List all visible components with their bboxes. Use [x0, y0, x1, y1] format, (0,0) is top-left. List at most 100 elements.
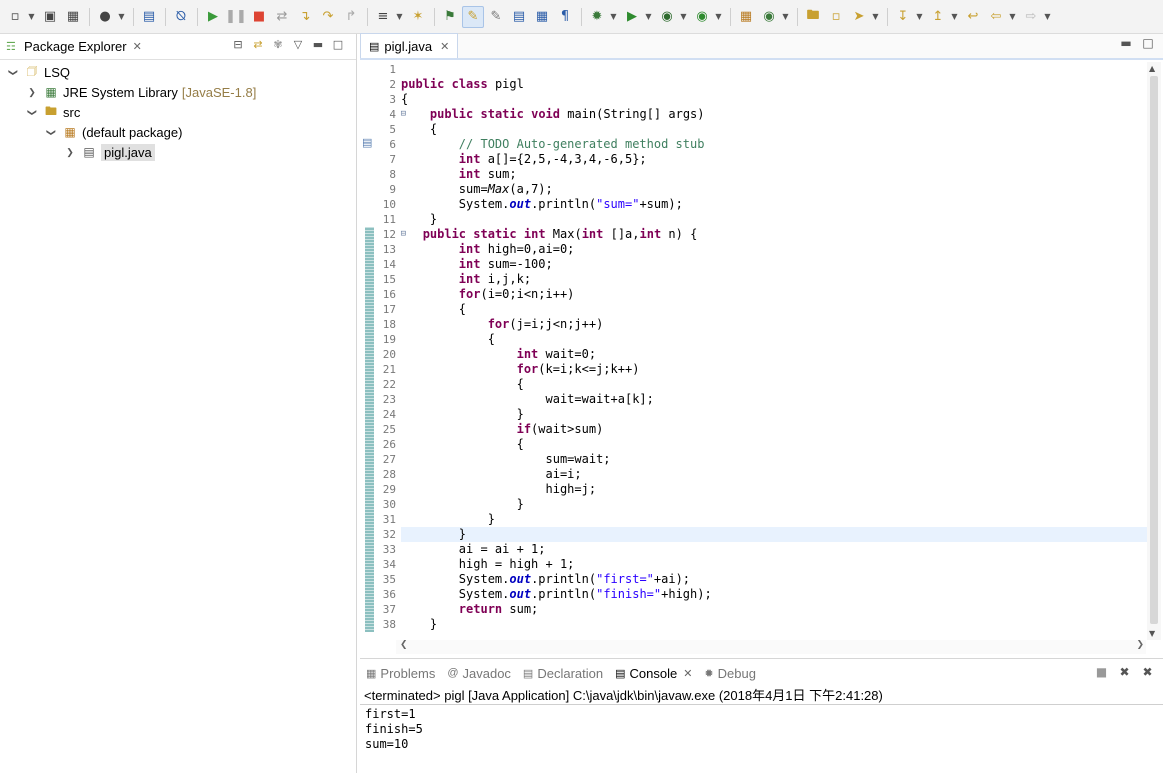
terminate-icon[interactable]: ■: [248, 6, 270, 28]
tab-pigl-java[interactable]: ▤ pigl.java ✕: [360, 33, 459, 58]
code-area[interactable]: ▤ 1 2 3 4 ⊟ 5 6 7 8 9 10 11 12 ⊟ 13 14 15 16 17 18 19 20 21 22 2…: [360, 62, 1147, 640]
run-dropdown[interactable]: ▼: [644, 12, 653, 21]
scroll-up-icon[interactable]: ▲: [1149, 64, 1155, 73]
chevron-down-icon[interactable]: ❯: [27, 105, 38, 119]
close-icon[interactable]: ✕: [683, 667, 692, 680]
code-line[interactable]: {: [401, 437, 1147, 452]
prev-annotation-dropdown[interactable]: ▼: [950, 12, 959, 21]
new-package-dropdown[interactable]: ▼: [781, 12, 790, 21]
chevron-right-icon[interactable]: ❯: [63, 147, 77, 158]
code-line[interactable]: {: [401, 377, 1147, 392]
minimize-icon[interactable]: ▬: [308, 38, 328, 51]
code-line[interactable]: int sum;: [401, 167, 1147, 182]
tab-console[interactable]: ▤ Console ✕: [609, 659, 698, 687]
code-line[interactable]: int a[]={2,5,-4,3,4,-6,5};: [401, 152, 1147, 167]
close-icon[interactable]: ✕: [133, 40, 142, 53]
code-line[interactable]: for(i=0;i<n;i++): [401, 287, 1147, 302]
code-line[interactable]: for(j=i;j<n;j++): [401, 317, 1147, 332]
external-tools-dropdown[interactable]: ▼: [714, 12, 723, 21]
step-over-icon[interactable]: ↷: [317, 6, 339, 28]
tab-declaration[interactable]: ▤ Declaration: [517, 659, 609, 687]
tab-javadoc[interactable]: @ Javadoc: [441, 659, 517, 687]
scrollbar-thumb[interactable]: [1150, 76, 1158, 624]
code-lines[interactable]: public class pigl{ public static void ma…: [401, 62, 1147, 632]
marks-dropdown[interactable]: ▼: [395, 12, 404, 21]
mark-occurrences-icon[interactable]: ✎: [485, 6, 507, 28]
code-line[interactable]: for(k=i;k<=j;k++): [401, 362, 1147, 377]
next-annotation-icon[interactable]: ↧: [892, 6, 914, 28]
tab-problems[interactable]: ▦ Problems: [360, 659, 441, 687]
code-line[interactable]: System.out.println("sum="+sum);: [401, 197, 1147, 212]
debug-dropdown[interactable]: ▼: [609, 12, 618, 21]
open-folder-icon[interactable]: 🖿: [802, 6, 824, 28]
close-icon[interactable]: ✕: [440, 40, 449, 53]
editor-vertical-scrollbar[interactable]: ▲ ▼: [1147, 62, 1161, 640]
disconnect-icon[interactable]: ⇄: [271, 6, 293, 28]
code-line[interactable]: public static int Max(int []a,int n) {: [401, 227, 1147, 242]
terminal-icon[interactable]: ▤: [138, 6, 160, 28]
code-line[interactable]: }: [401, 407, 1147, 422]
code-line[interactable]: {: [401, 302, 1147, 317]
search-dropdown[interactable]: ▼: [871, 12, 880, 21]
tab-package-explorer[interactable]: ☶ Package Explorer ✕: [0, 34, 148, 60]
code-line[interactable]: }: [401, 497, 1147, 512]
code-line[interactable]: wait=wait+a[k];: [401, 392, 1147, 407]
save-icon[interactable]: ▣: [39, 6, 61, 28]
code-line[interactable]: int i,j,k;: [401, 272, 1147, 287]
code-line[interactable]: ai=i;: [401, 467, 1147, 482]
back-icon[interactable]: ⇦: [985, 6, 1007, 28]
forward-dropdown[interactable]: ▼: [1043, 12, 1052, 21]
code-line[interactable]: System.out.println("finish="+high);: [401, 587, 1147, 602]
highlight-icon[interactable]: ✎: [462, 5, 484, 28]
code-line[interactable]: public static void main(String[] args): [401, 107, 1147, 122]
new-icon[interactable]: ▫: [4, 6, 26, 28]
tree-item[interactable]: ❯ ▦ (default package): [0, 122, 356, 142]
new-package-icon[interactable]: ◉: [758, 6, 780, 28]
chevron-right-icon[interactable]: ❯: [25, 87, 39, 98]
remove-all-terminated-icon[interactable]: ✖: [1136, 665, 1159, 679]
tree-item[interactable]: ❯ 🗇 LSQ: [0, 62, 356, 82]
tree-item[interactable]: ❯ ▦ JRE System Library [JavaSE-1.8]: [0, 82, 356, 102]
code-line[interactable]: public class pigl: [401, 77, 1147, 92]
annotation-ruler[interactable]: ▤: [360, 62, 374, 640]
code-line[interactable]: [401, 62, 1147, 77]
code-line[interactable]: // TODO Auto-generated method stub: [401, 137, 1147, 152]
maximize-icon[interactable]: □: [328, 38, 348, 51]
prev-annotation-icon[interactable]: ↥: [927, 6, 949, 28]
scroll-right-icon[interactable]: ❯: [1136, 640, 1144, 650]
code-line[interactable]: {: [401, 92, 1147, 107]
scroll-down-icon[interactable]: ▼: [1149, 629, 1155, 638]
skip-breakpoints-icon[interactable]: ⦰: [170, 6, 192, 28]
chevron-down-icon[interactable]: ❯: [46, 125, 57, 139]
terminate-icon[interactable]: ■: [1090, 665, 1113, 679]
focus-icon[interactable]: ✾: [268, 38, 288, 51]
code-line[interactable]: int sum=-100;: [401, 257, 1147, 272]
run-icon[interactable]: ▶: [621, 6, 643, 28]
chevron-down-icon[interactable]: ❯: [8, 65, 19, 79]
code-line[interactable]: }: [401, 527, 1147, 542]
suspend-icon[interactable]: ❚❚: [225, 6, 247, 28]
code-line[interactable]: int wait=0;: [401, 347, 1147, 362]
view-menu-icon[interactable]: ▽: [288, 38, 308, 51]
next-annotation-dropdown[interactable]: ▼: [915, 12, 924, 21]
code-line[interactable]: {: [401, 122, 1147, 137]
annotation-icon[interactable]: ✶: [407, 6, 429, 28]
new-java-project-icon[interactable]: ▦: [735, 6, 757, 28]
task-icon[interactable]: ▤: [508, 6, 530, 28]
code-line[interactable]: sum=Max(a,7);: [401, 182, 1147, 197]
code-line[interactable]: }: [401, 512, 1147, 527]
code-line[interactable]: high = high + 1;: [401, 557, 1147, 572]
code-line[interactable]: }: [401, 617, 1147, 632]
coverage-icon[interactable]: ◉: [656, 6, 678, 28]
maximize-icon[interactable]: □: [1137, 36, 1159, 50]
pilcrow-icon[interactable]: ¶: [554, 6, 576, 28]
code-line[interactable]: high=j;: [401, 482, 1147, 497]
back-dropdown[interactable]: ▼: [1008, 12, 1017, 21]
editor-horizontal-scrollbar[interactable]: ❮ ❯: [396, 640, 1146, 654]
external-tools-icon[interactable]: ◉: [691, 6, 713, 28]
code-line[interactable]: sum=wait;: [401, 452, 1147, 467]
resume-icon[interactable]: ▶: [202, 6, 224, 28]
tree-item[interactable]: ❯ ▤ pigl.java: [0, 142, 356, 162]
profile-dropdown[interactable]: ▼: [117, 12, 126, 21]
code-line[interactable]: ai = ai + 1;: [401, 542, 1147, 557]
